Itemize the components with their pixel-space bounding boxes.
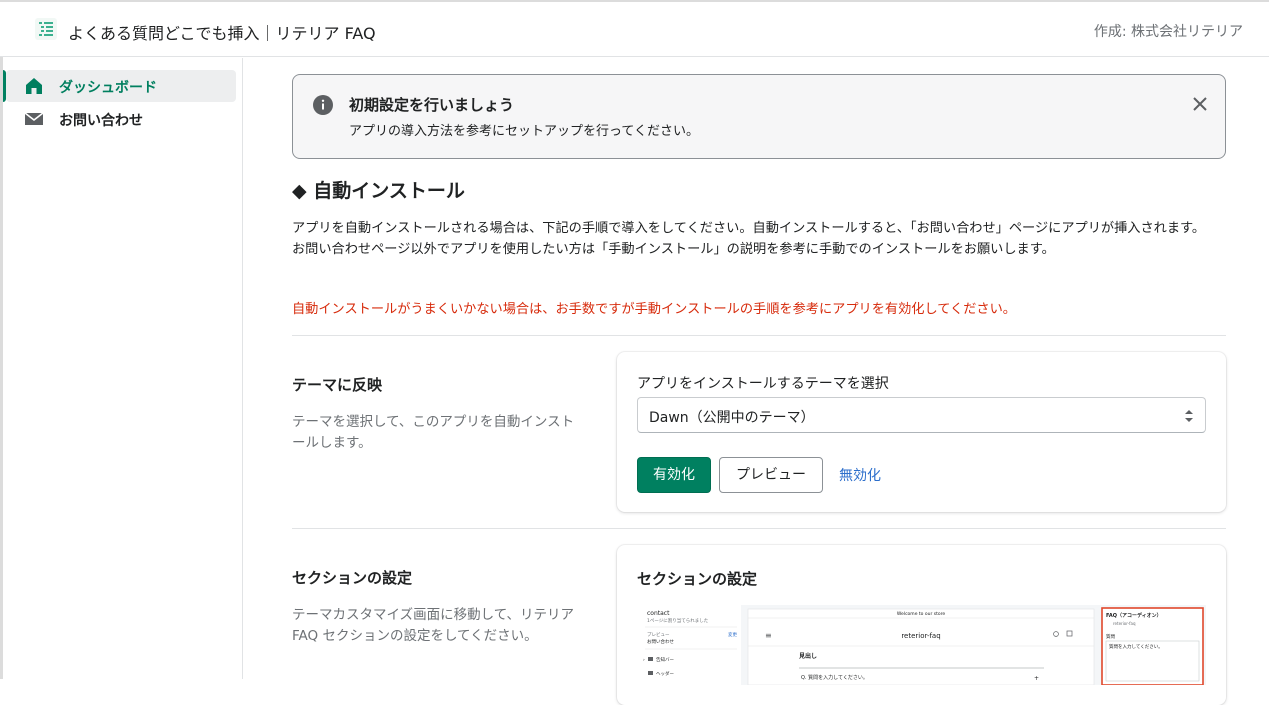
preview-store-name: reterior-faq bbox=[901, 632, 940, 640]
auto-install-description: アプリを自動インストールされる場合は、下記の手順で導入をしてください。自動インス… bbox=[292, 218, 1226, 260]
section-settings-card: セクションの設定 contact 1ページに割り当てられました プレビュー 変更… bbox=[617, 545, 1226, 705]
mail-icon bbox=[24, 112, 44, 125]
theme-select-value: Dawn（公開中のテーマ） bbox=[649, 410, 815, 426]
preview-panel-input: 質問を入力してください。 bbox=[1109, 643, 1163, 650]
theme-editor-screenshot: contact 1ページに割り当てられました プレビュー 変更 お問い合わせ ›… bbox=[637, 605, 1206, 685]
info-icon bbox=[313, 95, 333, 115]
sidebar-item-label: ダッシュボード bbox=[59, 80, 157, 96]
setup-banner: 初期設定を行いましょう アプリの導入方法を参考にセットアップを行ってください。 bbox=[292, 74, 1226, 159]
preview-button[interactable]: プレビュー bbox=[719, 457, 823, 493]
disable-link[interactable]: 無効化 bbox=[839, 465, 881, 485]
preview-sidebar-preview: プレビュー bbox=[647, 631, 670, 638]
preview-panel-sub: reterior-faq bbox=[1113, 621, 1136, 626]
preview-sidebar-title: contact bbox=[647, 610, 670, 617]
preview-sidebar-item: 告知バー bbox=[656, 656, 674, 663]
description-line: アプリを自動インストールされる場合は、下記の手順で導入をしてください。自動インス… bbox=[292, 221, 1206, 236]
preview-panel-label: 質問 bbox=[1106, 633, 1115, 640]
preview-sidebar-link: 変更 bbox=[728, 631, 737, 638]
preview-sidebar-page: お問い合わせ bbox=[647, 638, 674, 645]
banner-title: 初期設定を行いましょう bbox=[349, 96, 515, 114]
theme-select-label: アプリをインストールするテーマを選択 bbox=[637, 376, 889, 392]
select-arrows-icon bbox=[1185, 410, 1193, 422]
theme-section-description: テーマを選択して、このアプリを自動インストールします。 bbox=[292, 414, 575, 451]
section-settings-description: テーマカスタマイズ画面に移動して、リテリア FAQ セクションの設定をしてくださ… bbox=[292, 607, 575, 644]
section-settings-card-title: セクションの設定 bbox=[637, 570, 758, 588]
app-logo-icon bbox=[35, 18, 57, 40]
theme-select[interactable]: Dawn（公開中のテーマ） bbox=[637, 397, 1206, 433]
auto-install-heading: ◆ 自動インストール bbox=[292, 180, 465, 202]
warning-text: 自動インストールがうまくいかない場合は、お手数ですが手動インストールの手順を参考… bbox=[292, 302, 1016, 317]
author-label: 作成: 株式会社リテリア bbox=[1093, 24, 1243, 40]
main-content: 初期設定を行いましょう アプリの導入方法を参考にセットアップを行ってください。 … bbox=[292, 58, 1226, 705]
close-icon[interactable] bbox=[1193, 97, 1207, 111]
preview-store-banner: Welcome to our store bbox=[897, 611, 945, 617]
theme-card: アプリをインストールするテーマを選択 Dawn（公開中のテーマ） 有効化 プレビ… bbox=[617, 352, 1226, 512]
preview-panel-title: FAQ（アコーディオン） bbox=[1106, 612, 1162, 619]
home-icon bbox=[26, 78, 42, 94]
preview-store-question: Q. 質問を入力してください。 bbox=[801, 674, 868, 681]
preview-store-heading: 見出し bbox=[798, 652, 817, 660]
divider bbox=[292, 335, 1226, 336]
sidebar-item-label: お問い合わせ bbox=[59, 113, 143, 129]
app-title: よくある質問どこでも挿入｜リテリア FAQ bbox=[68, 24, 376, 43]
divider bbox=[292, 528, 1226, 529]
sidebar-item-dashboard[interactable]: ダッシュボード bbox=[3, 70, 236, 102]
preview-sidebar-item: ヘッダー bbox=[656, 670, 674, 677]
description-line: お問い合わせページ以外でアプリを使用したい方は「手動インストール」の説明を参考に… bbox=[292, 242, 1055, 257]
active-indicator bbox=[3, 70, 6, 102]
preview-sidebar-item: › bbox=[643, 658, 645, 663]
top-bar: よくある質問どこでも挿入｜リテリア FAQ 作成: 株式会社リテリア bbox=[0, 0, 1269, 57]
banner-text: アプリの導入方法を参考にセットアップを行ってください。 bbox=[349, 124, 699, 139]
section-settings-title: セクションの設定 bbox=[292, 569, 413, 587]
sidebar: ダッシュボード お問い合わせ bbox=[3, 58, 243, 679]
preview-menu-icon: ≡ bbox=[765, 631, 772, 640]
enable-button[interactable]: 有効化 bbox=[637, 457, 711, 493]
theme-section-title: テーマに反映 bbox=[292, 376, 383, 394]
sidebar-item-contact[interactable]: お問い合わせ bbox=[6, 103, 236, 135]
preview-sidebar-sub: 1ページに割り当てられました bbox=[647, 617, 709, 624]
